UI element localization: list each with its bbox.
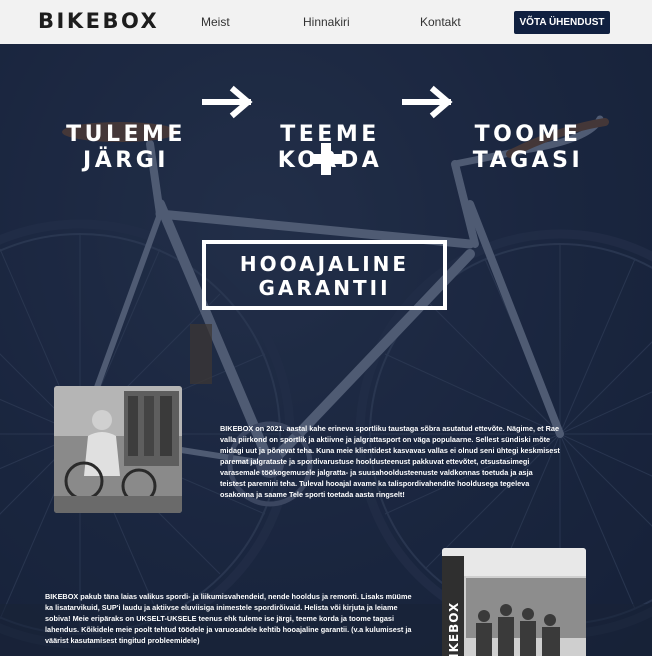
contact-cta-button[interactable]: VÕTA ÜHENDUST [514, 11, 610, 34]
about-paragraph: BIKEBOX on 2021. aastal kahe erineva spo… [220, 424, 560, 499]
mechanic-photo-image [54, 386, 182, 513]
headline-step2-text: TEEME KORDA [277, 122, 383, 173]
warranty-text: HOOAJALINE GARANTII [239, 252, 410, 300]
mechanic-photo [54, 386, 182, 513]
hero-section: TULEME JÄRGI TEEME KORDA TOOME TAGASI HO… [0, 44, 652, 656]
seasonal-warranty-box: HOOAJALINE GARANTII [202, 240, 447, 310]
team-photo-image: BIKEBOX [442, 548, 586, 656]
top-navbar: BIKEBOX Meist Hinnakiri Kontakt VÕTA ÜHE… [0, 0, 652, 44]
headline-step3-text: TOOME TAGASI [472, 122, 584, 173]
nav-link-hinnakiri[interactable]: Hinnakiri [303, 15, 350, 29]
services-paragraph: BIKEBOX pakub täna laias valikus spordi-… [45, 592, 412, 645]
headline-tuleme-jargi: TULEME JÄRGI [56, 122, 196, 174]
team-banner-text: BIKEBOX [447, 602, 461, 656]
headline-toome-tagasi: TOOME TAGASI [468, 122, 588, 174]
nav-link-kontakt[interactable]: Kontakt [420, 15, 461, 29]
team-photo: BIKEBOX [442, 548, 586, 656]
headline-step1-text: TULEME JÄRGI [66, 122, 186, 173]
bikebox-logo[interactable]: BIKEBOX [38, 9, 159, 33]
nav-link-meist[interactable]: Meist [201, 15, 230, 29]
headline-teeme-korda: TEEME KORDA [270, 122, 390, 174]
